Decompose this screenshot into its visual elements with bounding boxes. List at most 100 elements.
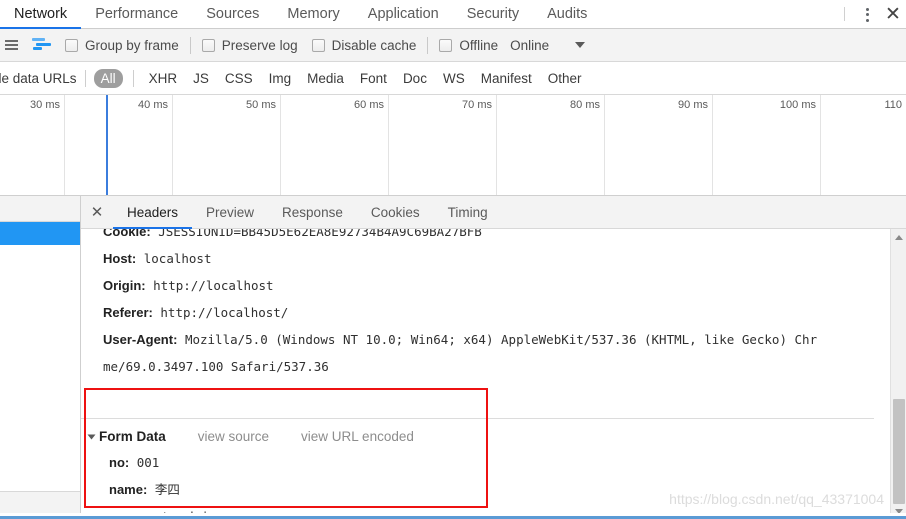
filter-type-manifest[interactable]: Manifest (474, 69, 539, 88)
tab-sources[interactable]: Sources (192, 0, 273, 28)
preserve-log-label: Preserve log (221, 37, 298, 53)
request-detail-tabbar: ✕ Headers Preview Response Cookies Timin… (81, 196, 906, 229)
ruler-tick-label: 80 ms (570, 99, 600, 111)
checkbox-box (439, 38, 453, 52)
checkbox-box (201, 38, 215, 52)
hide-data-urls-checkbox-label[interactable]: de data URLs (0, 71, 77, 86)
chevron-down-icon (575, 42, 586, 48)
header-row-origin[interactable]: Origin: http://localhost (81, 272, 890, 299)
detail-tab-cookies[interactable]: Cookies (357, 196, 434, 228)
triangle-expanded-icon[interactable] (87, 434, 96, 440)
filter-type-all[interactable]: All (93, 68, 123, 88)
form-data-key: no: (109, 455, 130, 470)
devtools-panel-tabbar: Network Performance Sources Memory Appli… (0, 0, 906, 29)
detail-tab-headers-label: Headers (127, 204, 179, 220)
view-source-link[interactable]: view source (198, 425, 269, 449)
devtools-window: Network Performance Sources Memory Appli… (0, 0, 906, 519)
tabbar-divider (844, 7, 845, 21)
detail-tab-response[interactable]: Response (268, 196, 357, 228)
ruler-tick: 90 ms (604, 95, 712, 195)
network-overview-timeline[interactable]: 30 ms 40 ms 50 ms 60 ms 70 ms 80 ms 90 m… (0, 95, 906, 196)
devtools-close-button[interactable]: ✕ (880, 0, 906, 29)
filter-type-xhr[interactable]: XHR (142, 69, 185, 88)
filter-divider-2 (132, 69, 134, 87)
tab-network[interactable]: Network (0, 0, 82, 29)
toggle-filter-list-button[interactable] (2, 29, 20, 61)
filter-type-ws[interactable]: WS (436, 69, 472, 88)
preserve-log-checkbox[interactable]: Preserve log (201, 29, 298, 61)
form-data-row[interactable]: no: 001 (81, 449, 874, 476)
group-by-frame-checkbox[interactable]: Group by frame (65, 29, 179, 61)
header-name: Cookie: (103, 229, 151, 239)
ruler-tick-label: 90 ms (678, 99, 708, 111)
view-url-encoded-link[interactable]: view URL encoded (301, 425, 414, 449)
offline-label: Offline (459, 37, 499, 53)
checkbox-box (311, 38, 325, 52)
waterfall-bars-icon (31, 37, 53, 53)
toggle-waterfall-button[interactable] (20, 29, 53, 61)
throttling-dropdown-button[interactable] (575, 29, 586, 61)
filter-type-js[interactable]: JS (186, 69, 216, 88)
header-row-user-agent[interactable]: User-Agent: Mozilla/5.0 (Windows NT 10.0… (81, 326, 890, 353)
header-row-user-agent-continued: me/69.0.3497.100 Safari/537.36 (81, 353, 890, 380)
throttling-value: Online (510, 37, 550, 53)
header-name: User-Agent: (103, 332, 178, 347)
close-icon: ✕ (90, 204, 104, 221)
checkbox-box (65, 38, 78, 52)
disable-cache-checkbox[interactable]: Disable cache (311, 29, 416, 61)
filter-type-css[interactable]: CSS (218, 69, 260, 88)
ruler-tick: 30 ms (0, 95, 64, 195)
header-name: Origin: (103, 278, 146, 293)
overview-event-marker (106, 95, 108, 195)
tab-network-label: Network (14, 6, 68, 22)
throttling-select[interactable]: Online (510, 29, 549, 61)
filter-divider-1 (84, 69, 86, 87)
scroll-up-arrow-icon (895, 234, 903, 240)
header-row-referer[interactable]: Referer: http://localhost/ (81, 299, 890, 326)
filter-type-font[interactable]: Font (353, 69, 394, 88)
request-list-row-selected[interactable] (0, 222, 80, 245)
devtools-menu-button[interactable] (854, 0, 880, 29)
ruler-tick: 40 ms (64, 95, 172, 195)
header-row-cookie[interactable]: Cookie: JSESSIONID=BB45D5E62EA8E92734B4A… (81, 229, 890, 245)
scrollbar-thumb[interactable] (893, 399, 905, 504)
tab-audits-label: Audits (547, 6, 588, 22)
tab-audits[interactable]: Audits (533, 0, 601, 28)
request-headers-list: Cookie: JSESSIONID=BB45D5E62EA8E92734B4A… (81, 229, 890, 519)
tab-security[interactable]: Security (453, 0, 533, 28)
ruler-tick-label: 40 ms (138, 99, 168, 111)
offline-checkbox[interactable]: Offline (439, 29, 498, 61)
request-list-header (0, 196, 80, 222)
tab-memory[interactable]: Memory (273, 0, 353, 28)
ruler-tick-label: 60 ms (354, 99, 384, 111)
tab-performance[interactable]: Performance (81, 0, 192, 28)
detail-close-button[interactable]: ✕ (81, 196, 113, 228)
toolbar-divider-2 (427, 36, 429, 54)
filter-type-other[interactable]: Other (541, 69, 589, 88)
filter-type-img[interactable]: Img (262, 69, 299, 88)
form-data-value: 001 (136, 455, 160, 470)
tab-memory-label: Memory (287, 6, 340, 22)
watermark-text: https://blog.csdn.net/qq_43371004 (669, 491, 884, 507)
scroll-up-button[interactable] (891, 229, 906, 245)
header-name: Referer: (103, 305, 153, 320)
detail-vertical-scrollbar[interactable] (890, 229, 906, 519)
network-request-list[interactable] (0, 196, 81, 519)
header-row-host[interactable]: Host: localhost (81, 245, 890, 272)
toolbar-divider-1 (189, 36, 191, 54)
detail-tab-timing[interactable]: Timing (434, 196, 502, 228)
detail-tab-headers[interactable]: Headers (113, 196, 193, 229)
ruler-tick-label: 30 ms (30, 99, 60, 111)
form-data-header[interactable]: Form Data view source view URL encoded (81, 425, 874, 449)
ruler-tick: 100 ms (712, 95, 820, 195)
header-value: Mozilla/5.0 (Windows NT 10.0; Win64; x64… (184, 332, 818, 347)
detail-tab-preview[interactable]: Preview (192, 196, 268, 228)
tab-application[interactable]: Application (354, 0, 453, 28)
filter-type-doc[interactable]: Doc (396, 69, 434, 88)
tab-application-label: Application (367, 6, 439, 22)
detail-tab-cookies-label: Cookies (370, 204, 420, 220)
detail-tab-preview-label: Preview (206, 204, 255, 220)
filter-type-media[interactable]: Media (300, 69, 351, 88)
tab-sources-label: Sources (206, 6, 260, 22)
close-icon: ✕ (885, 4, 901, 25)
